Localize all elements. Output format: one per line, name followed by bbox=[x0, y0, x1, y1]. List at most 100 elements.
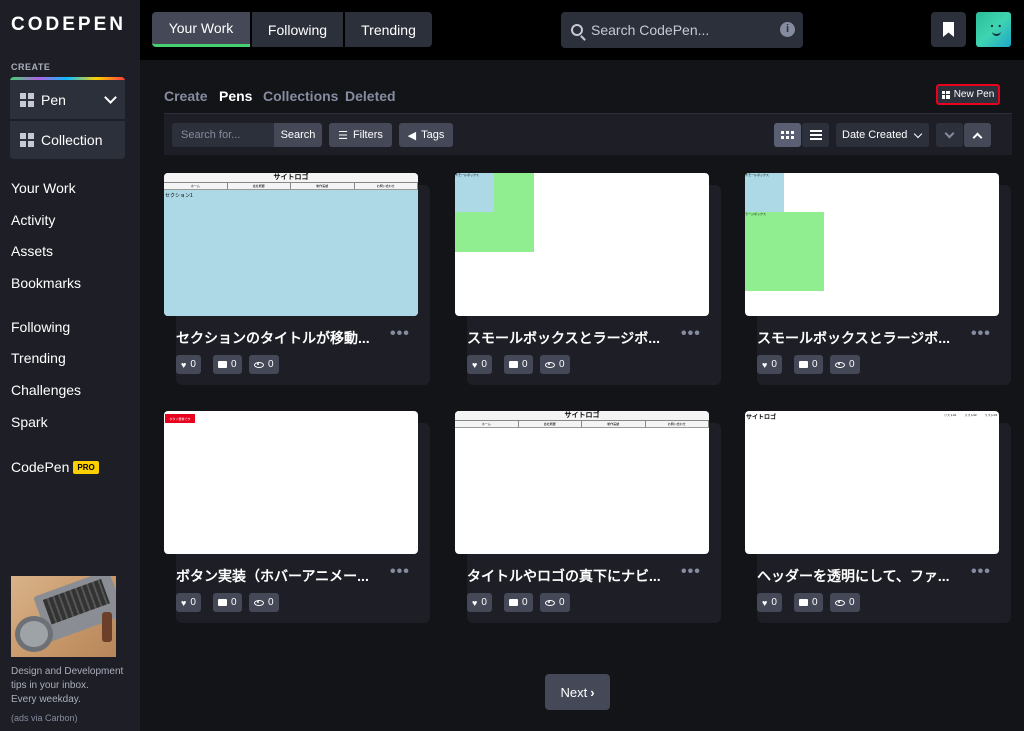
pen-search-input[interactable]: Search for... bbox=[172, 123, 274, 147]
sort-select[interactable]: Date Created bbox=[836, 123, 929, 147]
pen-thumbnail[interactable]: スモールボックス bbox=[455, 173, 709, 316]
views-button[interactable]: 0 bbox=[830, 355, 860, 374]
grid-view-button[interactable] bbox=[774, 123, 801, 147]
arrow-up-icon bbox=[972, 132, 983, 142]
pen-title[interactable]: タイトルやロゴの真下にナビ... bbox=[467, 566, 667, 586]
tags-label: Tags bbox=[421, 129, 445, 141]
views-button[interactable]: 0 bbox=[540, 593, 570, 612]
comment-count: 0 bbox=[231, 359, 237, 370]
more-options-icon[interactable]: ••• bbox=[971, 325, 991, 343]
pen-icon bbox=[20, 92, 34, 107]
pen-card: サイトロゴ リスト01 リスト02 リスト03 ヘッダーを透明にして、ファ...… bbox=[745, 411, 1011, 623]
like-count: 0 bbox=[771, 359, 777, 370]
comment-button[interactable]: 0 bbox=[213, 593, 242, 612]
subnav-deleted[interactable]: Deleted bbox=[345, 88, 396, 104]
create-collection-label: Collection bbox=[41, 131, 103, 148]
pen-thumbnail[interactable]: サイトロゴ ホーム 会社概要 制作実績 お問い合わせ bbox=[455, 411, 709, 554]
like-button[interactable]: ♥ 0 bbox=[757, 593, 782, 612]
tab-trending[interactable]: Trending bbox=[345, 12, 432, 47]
views-button[interactable]: 0 bbox=[540, 355, 570, 374]
pen-thumbnail[interactable]: サイトロゴ ホーム 会社概要 制作実績 お問い合わせ セクション1 bbox=[164, 173, 418, 316]
pen-title[interactable]: スモールボックスとラージボ... bbox=[467, 328, 667, 348]
thumb-menu-item: 会社概要 bbox=[519, 421, 582, 427]
next-page-button[interactable]: Next › bbox=[545, 674, 610, 710]
ad-text[interactable]: Design and Development tips in your inbo… bbox=[11, 665, 129, 707]
tab-your-work[interactable]: Your Work bbox=[152, 12, 250, 47]
comment-button[interactable]: 0 bbox=[794, 593, 823, 612]
more-options-icon[interactable]: ••• bbox=[971, 563, 991, 581]
comment-button[interactable]: 0 bbox=[504, 355, 533, 374]
pen-search-button[interactable]: Search bbox=[274, 123, 322, 147]
create-label: CREATE bbox=[11, 62, 51, 72]
subnav-collections[interactable]: Collections bbox=[263, 88, 338, 104]
pen-title[interactable]: スモールボックスとラージボ... bbox=[757, 328, 957, 348]
create-pen-button[interactable]: Pen bbox=[10, 80, 125, 119]
comment-button[interactable]: 0 bbox=[794, 355, 823, 374]
views-button[interactable]: 0 bbox=[249, 593, 279, 612]
more-options-icon[interactable]: ••• bbox=[681, 563, 701, 581]
thumb-red-button: ボタン要素です bbox=[165, 414, 195, 423]
like-button[interactable]: ♥ 0 bbox=[757, 355, 782, 374]
new-pen-label: New Pen bbox=[953, 89, 995, 100]
subnav-create[interactable]: Create bbox=[164, 88, 208, 104]
tag-icon: ◀ bbox=[407, 129, 417, 142]
comment-button[interactable]: 0 bbox=[504, 593, 533, 612]
tab-following[interactable]: Following bbox=[252, 12, 343, 47]
info-icon[interactable]: i bbox=[780, 22, 795, 37]
pen-title[interactable]: ヘッダーを透明にして、ファ... bbox=[757, 566, 957, 586]
sidebar-item-your-work[interactable]: Your Work bbox=[11, 180, 76, 196]
tags-button[interactable]: ◀ Tags bbox=[399, 123, 453, 147]
new-pen-button[interactable]: New Pen bbox=[936, 84, 1000, 105]
sort-descending-button[interactable] bbox=[936, 123, 963, 147]
sidebar-item-bookmarks[interactable]: Bookmarks bbox=[11, 275, 81, 291]
codepen-logo[interactable]: CODEPEN bbox=[11, 14, 126, 36]
sidebar-item-challenges[interactable]: Challenges bbox=[11, 382, 81, 398]
bookmarks-button[interactable] bbox=[931, 12, 966, 47]
create-collection-button[interactable]: Collection bbox=[10, 119, 125, 158]
like-button[interactable]: ♥ 0 bbox=[176, 355, 201, 374]
more-options-icon[interactable]: ••• bbox=[681, 325, 701, 343]
comment-button[interactable]: 0 bbox=[213, 355, 242, 374]
pro-badge: PRO bbox=[73, 461, 99, 474]
sidebar: CODEPEN CREATE Pen Collection Your Work … bbox=[0, 0, 140, 731]
filters-button[interactable]: ☰ Filters bbox=[329, 123, 392, 147]
pen-thumbnail[interactable]: ボタン要素です bbox=[164, 411, 418, 554]
like-count: 0 bbox=[190, 597, 196, 608]
like-button[interactable]: ♥ 0 bbox=[467, 593, 492, 612]
pen-card: ボタン要素です ボタン実装（ホバーアニメー... ••• ♥ 0 0 0 bbox=[164, 411, 430, 623]
search-input[interactable]: Search CodePen... i bbox=[561, 12, 803, 48]
pen-title[interactable]: ボタン実装（ホバーアニメー... bbox=[176, 566, 376, 586]
sidebar-item-activity[interactable]: Activity bbox=[11, 212, 55, 228]
codepen-pro-label: CodePen bbox=[11, 459, 70, 475]
sidebar-item-codepen-pro[interactable]: CodePen PRO bbox=[11, 459, 99, 475]
views-button[interactable]: 0 bbox=[249, 355, 279, 374]
views-button[interactable]: 0 bbox=[830, 593, 860, 612]
more-options-icon[interactable]: ••• bbox=[390, 325, 410, 343]
comment-icon bbox=[799, 599, 808, 606]
pen-title[interactable]: セクションのタイトルが移動... bbox=[176, 328, 376, 348]
eye-icon bbox=[545, 599, 555, 606]
sidebar-item-assets[interactable]: Assets bbox=[11, 243, 53, 259]
more-options-icon[interactable]: ••• bbox=[390, 563, 410, 581]
like-count: 0 bbox=[481, 597, 487, 608]
sidebar-item-following[interactable]: Following bbox=[11, 319, 70, 335]
thumb-menu: ホーム 会社概要 制作実績 お問い合わせ bbox=[455, 420, 709, 427]
user-avatar[interactable] bbox=[976, 12, 1011, 47]
pen-card: サイトロゴ ホーム 会社概要 制作実績 お問い合わせ タイトルやロゴの真下にナビ… bbox=[455, 411, 721, 623]
chevron-down-icon[interactable] bbox=[104, 90, 117, 104]
list-view-button[interactable] bbox=[802, 123, 829, 147]
thumb-link: リスト03 bbox=[984, 413, 997, 417]
pen-thumbnail[interactable]: スモールボックス ラージボックス bbox=[745, 173, 999, 316]
thumb-menu-item: 制作実績 bbox=[291, 183, 355, 189]
ad-via-label[interactable]: (ads via Carbon) bbox=[11, 713, 78, 723]
sidebar-item-spark[interactable]: Spark bbox=[11, 414, 48, 430]
sidebar-item-trending[interactable]: Trending bbox=[11, 350, 66, 366]
pen-thumbnail[interactable]: サイトロゴ リスト01 リスト02 リスト03 bbox=[745, 411, 999, 554]
ad-image[interactable] bbox=[11, 576, 116, 657]
subnav-pens[interactable]: Pens bbox=[219, 88, 252, 104]
like-button[interactable]: ♥ 0 bbox=[176, 593, 201, 612]
comment-icon bbox=[509, 599, 518, 606]
sort-ascending-button[interactable] bbox=[964, 123, 991, 147]
heart-icon: ♥ bbox=[762, 359, 768, 370]
like-button[interactable]: ♥ 0 bbox=[467, 355, 492, 374]
